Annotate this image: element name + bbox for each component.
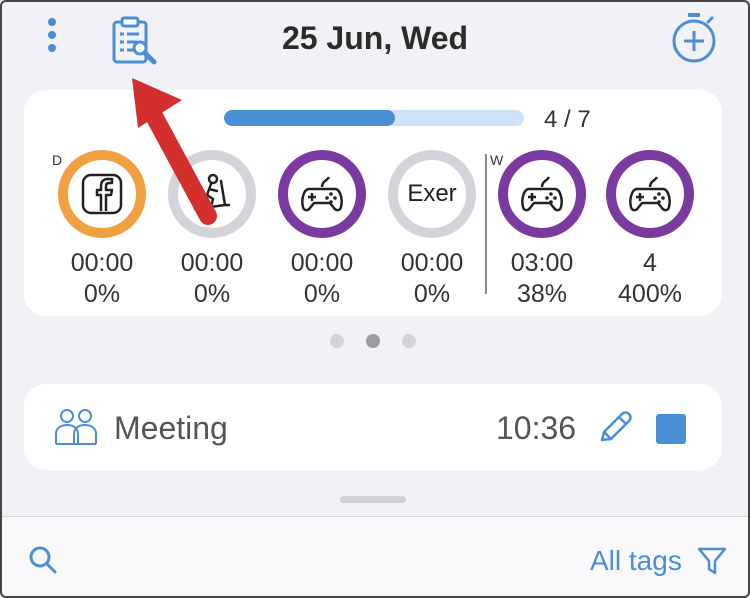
goals-progress-bar (224, 110, 524, 126)
sheet-grabber[interactable] (340, 496, 406, 503)
gamepad-icon (629, 176, 671, 212)
goal-percent: 400% (618, 280, 682, 308)
page-dot[interactable] (402, 334, 416, 348)
goal-time: 00:00 (70, 249, 134, 277)
pencil-icon[interactable] (596, 408, 634, 446)
bottom-bar: All tags (0, 516, 750, 598)
goal-time: 4 (643, 249, 657, 277)
goal-ring (606, 150, 694, 238)
goal-percent: 0% (413, 280, 451, 308)
page-dot[interactable] (366, 334, 380, 348)
annotation-arrow-icon (132, 78, 217, 225)
goal-item-exercise[interactable]: Exer 00:00 0% (384, 150, 480, 310)
all-tags-button[interactable]: All tags (590, 545, 682, 577)
header: 25 Jun, Wed (0, 0, 750, 80)
page-indicator[interactable] (330, 334, 420, 350)
goal-item-game-2[interactable]: 03:00 38% (494, 150, 590, 310)
gamepad-icon (301, 176, 343, 212)
goal-percent: 0% (193, 280, 231, 308)
activity-elapsed-time: 10:36 (496, 410, 577, 446)
goal-percent: 0% (83, 280, 121, 308)
goal-time: 00:00 (400, 249, 464, 277)
stop-icon[interactable] (656, 414, 686, 444)
goal-time: 03:00 (510, 249, 574, 277)
goal-percent: 38% (516, 280, 568, 308)
goals-progress-fill (224, 110, 395, 126)
facebook-icon (81, 173, 123, 215)
goals-progress-count: 4 / 7 (544, 106, 591, 133)
running-activity-card[interactable]: Meeting 10:36 (24, 384, 722, 470)
goal-ring: Exer (388, 150, 476, 238)
filter-icon[interactable] (696, 545, 728, 577)
goal-percent: 0% (303, 280, 341, 308)
goal-item-game-3[interactable]: 4 400% (602, 150, 698, 310)
activity-name: Meeting (114, 410, 228, 446)
goal-item-game-1[interactable]: 00:00 0% (274, 150, 370, 310)
add-timer-icon[interactable] (668, 12, 720, 64)
goal-time: 00:00 (290, 249, 354, 277)
goal-ring (498, 150, 586, 238)
page-title: 25 Jun, Wed (281, 20, 469, 56)
goal-ring-text: Exer (407, 180, 457, 207)
search-icon[interactable] (28, 545, 58, 575)
section-divider (485, 154, 487, 294)
page-dot[interactable] (330, 334, 344, 348)
goal-ring (278, 150, 366, 238)
goal-time: 00:00 (180, 249, 244, 277)
people-icon (55, 409, 97, 445)
gamepad-icon (521, 176, 563, 212)
